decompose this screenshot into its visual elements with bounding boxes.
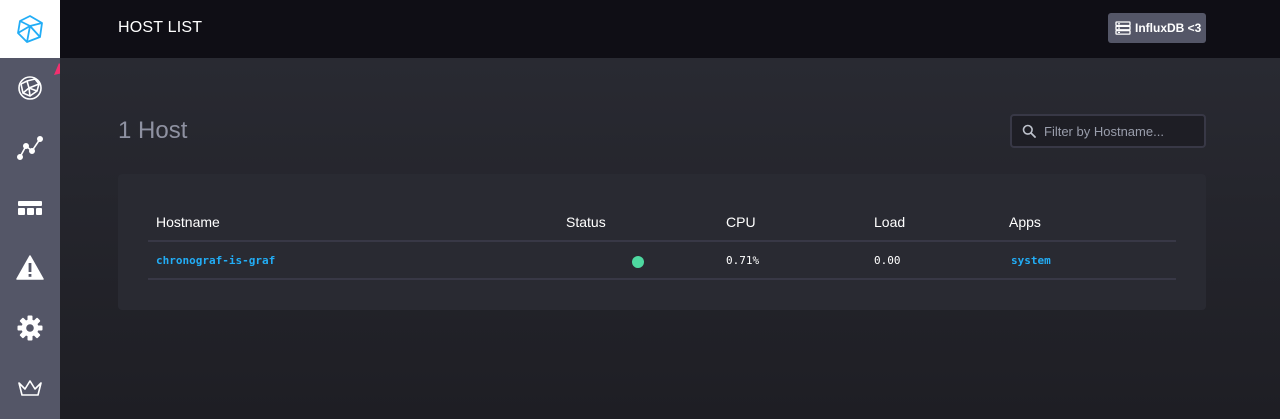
source-label: InfluxDB <3: [1135, 21, 1202, 35]
sidebar-item-data-explorer[interactable]: [0, 118, 60, 178]
sidebar-item-admin[interactable]: [0, 358, 60, 418]
status-online-indicator: [632, 256, 644, 268]
source-indicator-button[interactable]: InfluxDB <3: [1108, 13, 1206, 43]
app-link-system[interactable]: system: [1011, 254, 1051, 267]
dashboards-grid-icon: [18, 201, 42, 215]
cog-icon: [17, 315, 43, 341]
sidebar-item-alerts[interactable]: [0, 238, 60, 298]
server-icon: [1115, 21, 1131, 35]
alert-triangle-icon: [16, 255, 44, 280]
chronograf-logo-icon: [17, 15, 43, 43]
page-header: HOST LIST InfluxDB <3: [60, 0, 1280, 58]
chronograf-logo[interactable]: [0, 0, 60, 58]
search-icon: [1022, 124, 1036, 138]
column-header-status[interactable]: Status: [566, 214, 606, 230]
column-header-cpu[interactable]: CPU: [726, 214, 756, 230]
column-header-load[interactable]: Load: [874, 214, 905, 230]
sidebar-item-configuration[interactable]: [0, 298, 60, 358]
crown-icon: [18, 380, 42, 396]
load-value: 0.00: [874, 254, 901, 267]
main-content: 1 Host Hostname Status CPU Load Apps chr…: [60, 58, 1280, 419]
table-row-divider: [148, 278, 1176, 280]
hostname-link[interactable]: chronograf-is-graf: [156, 254, 275, 267]
page-title: HOST LIST: [118, 19, 203, 36]
sidebar-item-dashboards[interactable]: [0, 178, 60, 238]
graph-line-icon: [17, 135, 43, 160]
graphs-globe-icon: [18, 76, 42, 100]
hosts-table-panel: Hostname Status CPU Load Apps chronograf…: [118, 174, 1206, 310]
hostname-filter-input[interactable]: [1044, 123, 1194, 139]
host-count-heading: 1 Host: [118, 117, 188, 144]
table-header-divider: [148, 240, 1176, 242]
filter-field[interactable]: [1010, 114, 1206, 148]
column-header-hostname[interactable]: Hostname: [156, 214, 220, 230]
column-header-apps: Apps: [1009, 214, 1041, 230]
cpu-value: 0.71%: [726, 254, 760, 267]
